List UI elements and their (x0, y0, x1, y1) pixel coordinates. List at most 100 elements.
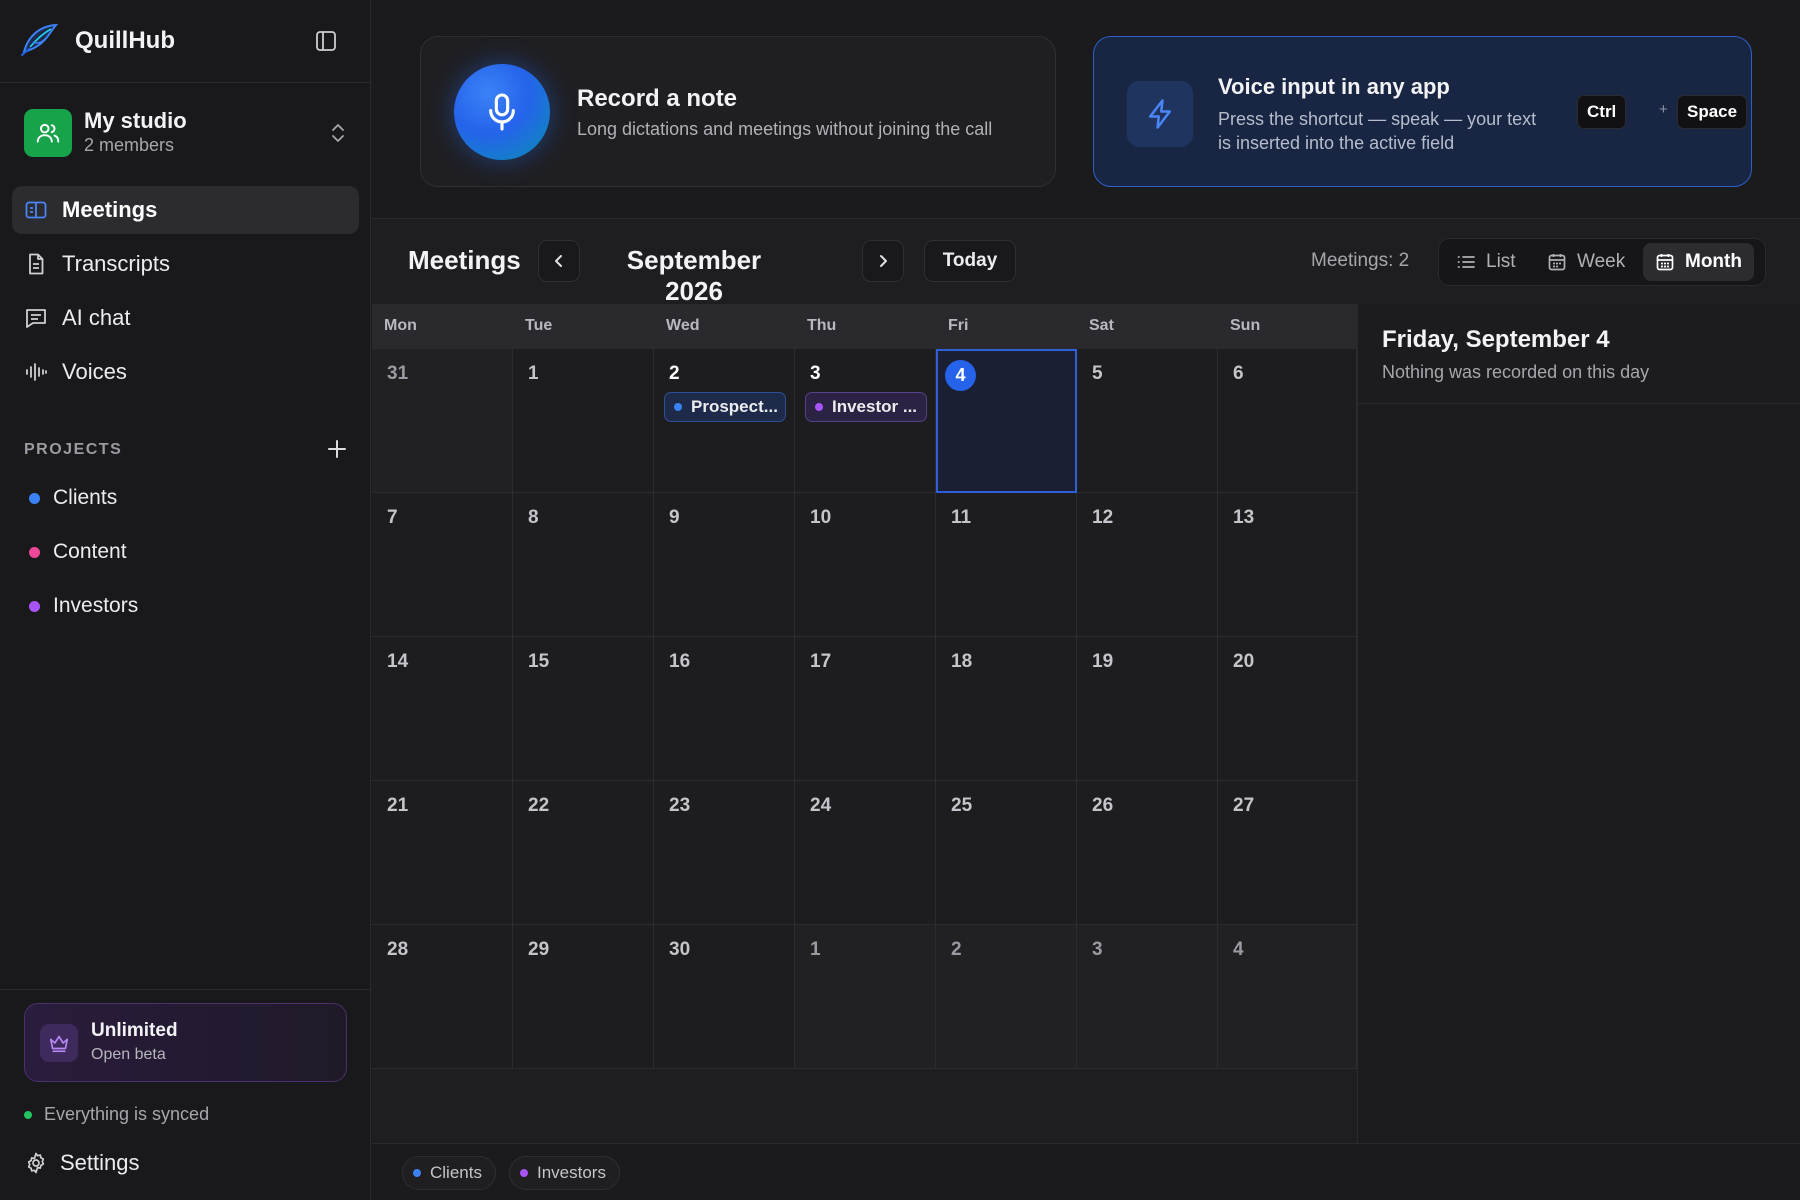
sidebar-toggle-icon[interactable] (314, 29, 338, 53)
calendar-day[interactable]: 21 (372, 781, 513, 925)
nav-item-voices[interactable]: Voices (12, 348, 359, 396)
view-option-list[interactable]: List (1444, 243, 1528, 281)
plan-title: Unlimited (91, 1020, 178, 1041)
projects-header: PROJECTS (24, 438, 346, 462)
nav-item-transcripts[interactable]: Transcripts (12, 240, 359, 288)
event-title: Prospect... (691, 397, 778, 416)
calendar-day[interactable]: 28 (372, 925, 513, 1069)
calendar-day[interactable]: 29 (513, 925, 654, 1069)
calendar-day[interactable]: 3 (1077, 925, 1218, 1069)
calendar-day[interactable]: 22 (513, 781, 654, 925)
project-label: Content (53, 540, 127, 563)
calendar-day[interactable]: 11 (936, 493, 1077, 637)
quill-logo-icon (20, 22, 60, 58)
record-button[interactable] (454, 64, 550, 160)
meetings-count: Meetings: 2 (1311, 250, 1410, 271)
calendar-day[interactable]: 27 (1218, 781, 1357, 925)
weekday-label: Wed (666, 317, 700, 334)
workspace-avatar (24, 109, 72, 157)
calendar-day[interactable]: 7 (372, 493, 513, 637)
calendar-day[interactable]: 30 (654, 925, 795, 1069)
calendar-day[interactable]: 1 (795, 925, 936, 1069)
nav-label: Transcripts (62, 251, 170, 276)
chevron-up-down-icon (328, 120, 348, 146)
day-number: 17 (810, 651, 832, 672)
day-number: 11 (951, 507, 972, 528)
calendar-day[interactable]: 5 (1077, 349, 1218, 493)
calendar-day[interactable]: 1 (513, 349, 654, 493)
plan-card[interactable]: Unlimited Open beta (24, 1003, 347, 1082)
nav-label: Meetings (62, 197, 158, 222)
calendar-day[interactable]: 10 (795, 493, 936, 637)
meeting-event-chip[interactable]: Investor ... (805, 392, 927, 422)
day-number: 8 (528, 507, 539, 528)
legend-label: Investors (537, 1163, 606, 1182)
day-detail-panel: Friday, September 4 Nothing was recorded… (1357, 304, 1800, 1144)
calendar-day[interactable]: 16 (654, 637, 795, 781)
calendar-day[interactable]: 2 (936, 925, 1077, 1069)
calendar-day[interactable]: 17 (795, 637, 936, 781)
record-note-subtitle: Long dictations and meetings without joi… (577, 119, 993, 139)
calendar-day[interactable]: 13 (1218, 493, 1357, 637)
main-content: Record a note Long dictations and meetin… (372, 0, 1800, 1200)
view-option-month[interactable]: Month (1643, 243, 1754, 281)
calendar-day[interactable]: 2 Prospect... (654, 349, 795, 493)
nav-item-ai-chat[interactable]: AI chat (12, 294, 359, 342)
project-item-content[interactable]: Content (24, 537, 127, 567)
legend-chip-investors[interactable]: Investors (509, 1156, 620, 1190)
users-icon (35, 120, 61, 146)
workspace-switcher[interactable]: My studio 2 members (12, 98, 359, 168)
calendar-day[interactable]: 8 (513, 493, 654, 637)
calendar-day[interactable]: 4 (1218, 925, 1357, 1069)
calendar-day[interactable]: 19 (1077, 637, 1218, 781)
add-project-icon[interactable] (326, 438, 348, 460)
calendar-day[interactable]: 6 (1218, 349, 1357, 493)
calendar-day-selected[interactable]: 4 (936, 349, 1077, 493)
calendar-day[interactable]: 18 (936, 637, 1077, 781)
day-number: 1 (810, 939, 821, 960)
calendar-day[interactable]: 31 (372, 349, 513, 493)
day-number: 23 (669, 795, 691, 816)
weekday-label: Sun (1230, 317, 1261, 334)
calendar-day[interactable]: 20 (1218, 637, 1357, 781)
page-title: Meetings (408, 245, 521, 275)
settings-button[interactable]: Settings (24, 1150, 140, 1176)
project-item-clients[interactable]: Clients (24, 483, 117, 513)
shortcut-key-ctrl: Ctrl (1577, 95, 1627, 129)
view-option-label: Week (1577, 251, 1626, 272)
gear-icon (24, 1151, 48, 1175)
calendar-day[interactable]: 14 (372, 637, 513, 781)
record-note-card[interactable]: Record a note Long dictations and meetin… (420, 36, 1056, 187)
app-name: QuillHub (75, 27, 175, 54)
legend-color-dot (413, 1169, 421, 1177)
month-calendar: Mon Tue Wed Thu Fri Sat Sun 31 1 2 Prospect... 3 In… (372, 304, 1357, 1069)
day-number: 18 (951, 651, 973, 672)
today-button[interactable]: Today (924, 240, 1016, 282)
weekday-label: Sat (1089, 317, 1114, 334)
calendar-day[interactable]: 15 (513, 637, 654, 781)
next-month-button[interactable] (862, 240, 904, 282)
list-icon (1456, 252, 1476, 272)
calendar-day[interactable]: 25 (936, 781, 1077, 925)
calendar-day[interactable]: 23 (654, 781, 795, 925)
day-number: 25 (951, 795, 973, 816)
calendar-day[interactable]: 9 (654, 493, 795, 637)
day-number: 21 (387, 795, 409, 816)
calendar-day[interactable]: 3 Investor ... (795, 349, 936, 493)
day-number: 2 (951, 939, 962, 960)
nav-item-meetings[interactable]: Meetings (12, 186, 359, 234)
meeting-event-chip[interactable]: Prospect... (664, 392, 786, 422)
workspace-members: 2 members (84, 135, 175, 155)
nav-label: AI chat (62, 305, 131, 330)
previous-month-button[interactable] (538, 240, 580, 282)
calendar-day[interactable]: 24 (795, 781, 936, 925)
view-option-week[interactable]: Week (1535, 243, 1637, 281)
document-icon (24, 252, 48, 276)
voice-input-card: Voice input in any app Press the shortcu… (1093, 36, 1752, 187)
project-item-investors[interactable]: Investors (24, 591, 138, 621)
legend-chip-clients[interactable]: Clients (402, 1156, 496, 1190)
day-number: 14 (387, 651, 409, 672)
calendar-day[interactable]: 12 (1077, 493, 1218, 637)
calendar-day[interactable]: 26 (1077, 781, 1218, 925)
day-number: 2 (669, 363, 680, 384)
